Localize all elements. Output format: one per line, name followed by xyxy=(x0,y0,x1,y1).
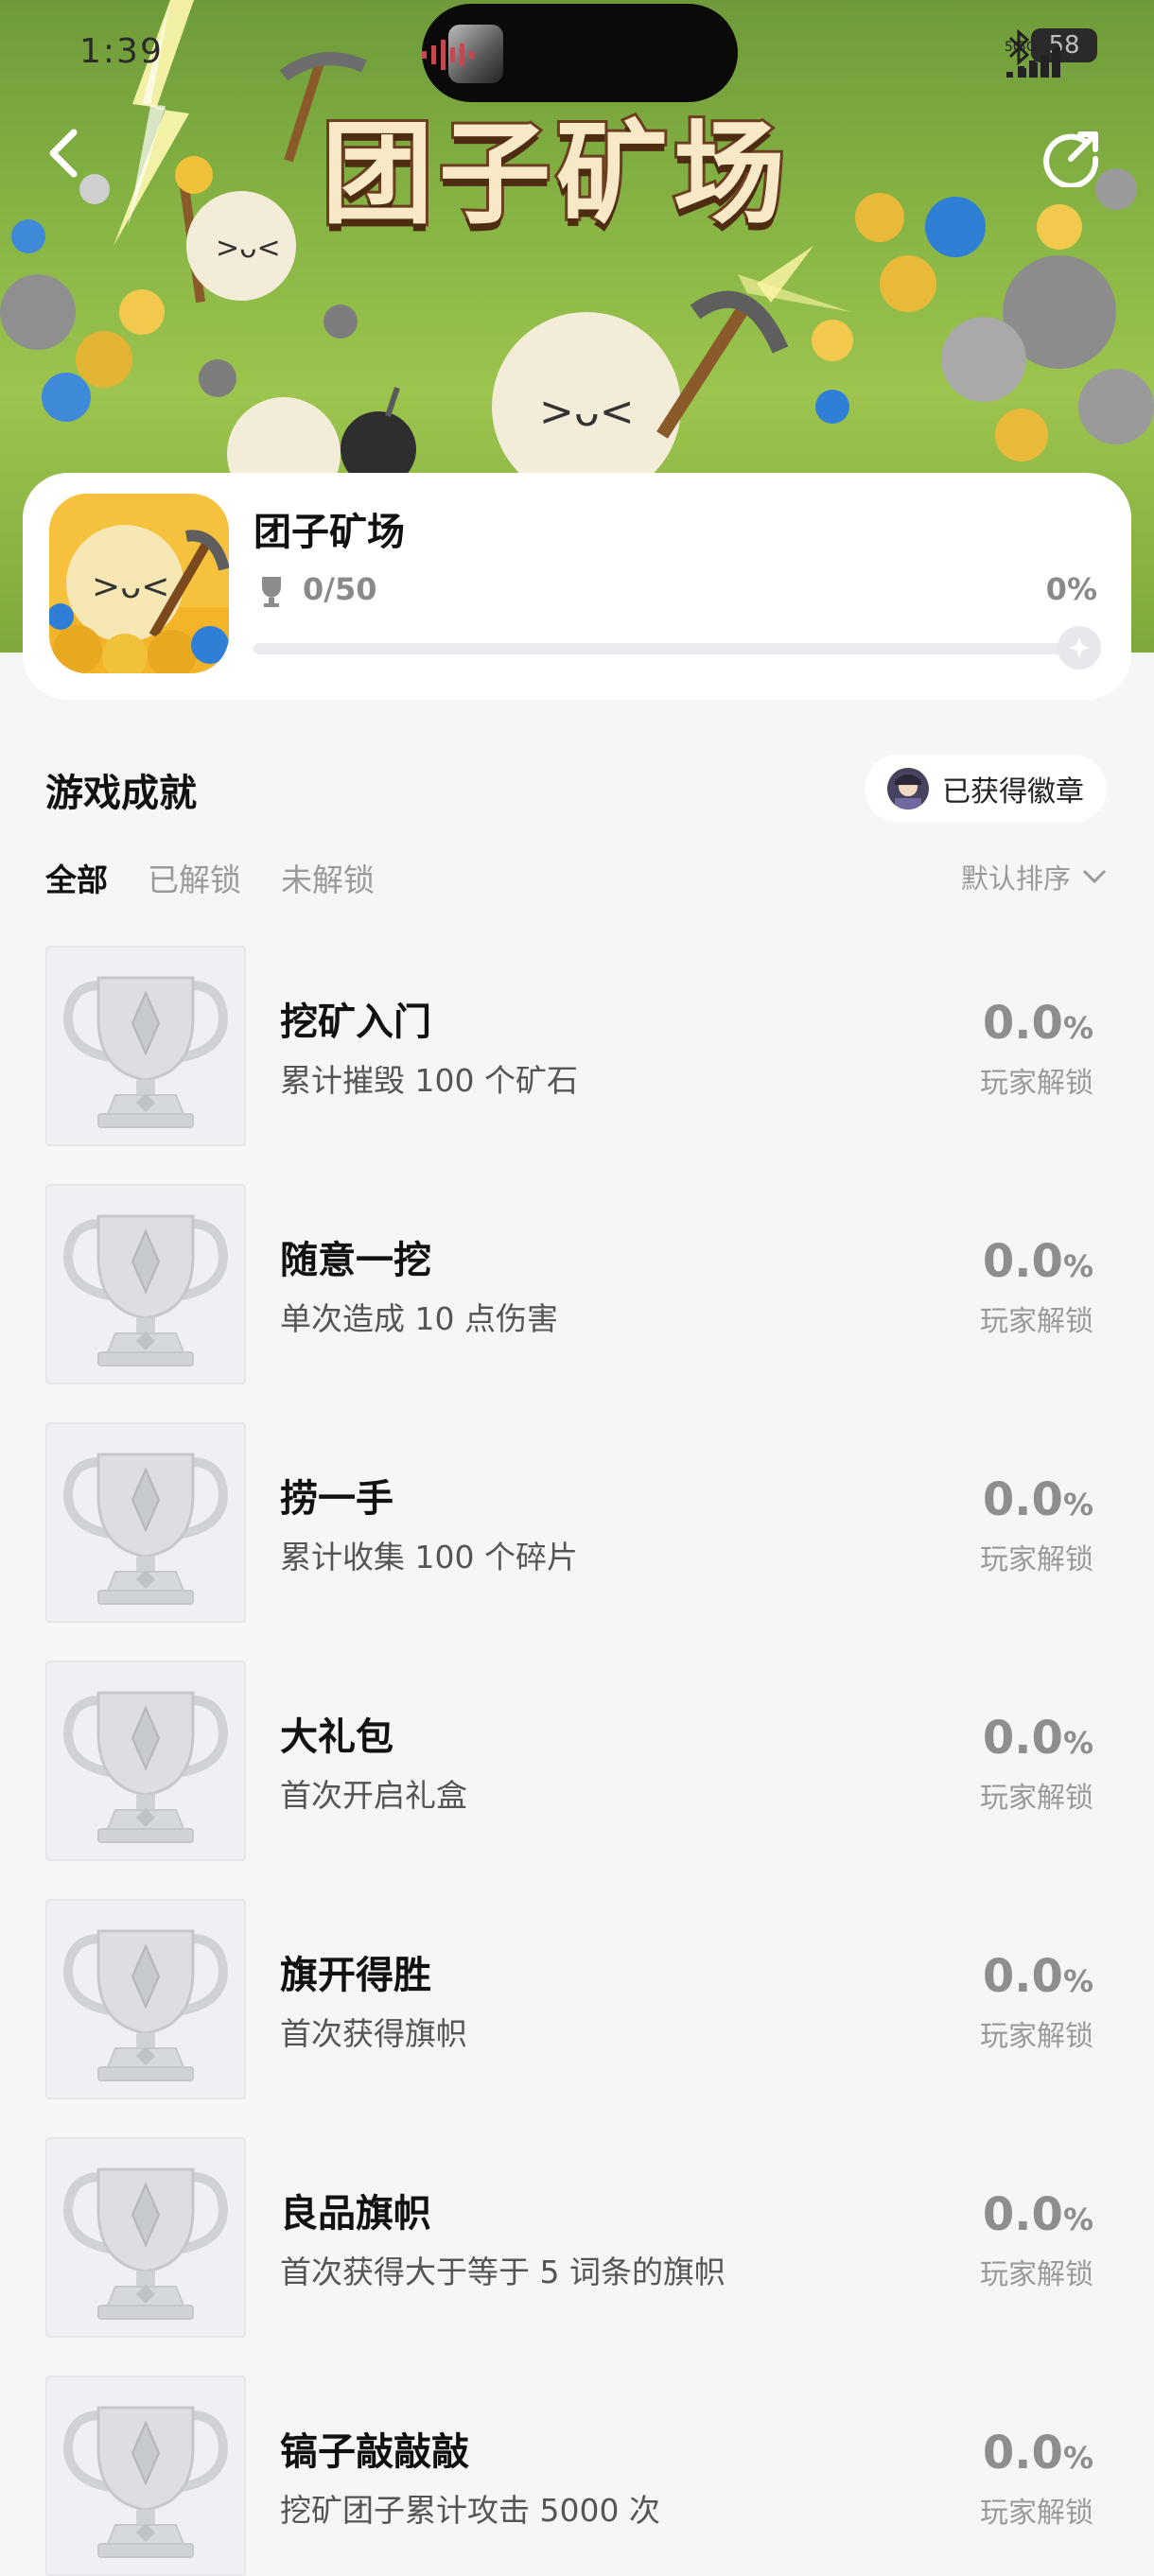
achievement-badge-thumb xyxy=(45,2137,246,2338)
section-title: 游戏成就 xyxy=(45,772,197,815)
svg-text:>ᴗ<: >ᴗ< xyxy=(539,388,635,436)
achievement-description: 首次开启礼盒 xyxy=(280,1777,467,1814)
unlock-rate-percent: % xyxy=(1062,1248,1093,1284)
trophy-icon xyxy=(51,951,240,1140)
achievement-title: 捞一手 xyxy=(280,1477,393,1521)
unlock-rate: 0.0% xyxy=(983,997,1093,1050)
unlock-rate-percent: % xyxy=(1062,1010,1093,1046)
tab-unlocked[interactable]: 已解锁 xyxy=(148,855,241,900)
progress-end-badge xyxy=(1058,626,1101,670)
list-item[interactable]: 挖矿入门 累计摧毁 100 个矿石 0.0% 玩家解锁 xyxy=(0,946,1154,1146)
unlock-rate-percent: % xyxy=(1062,1725,1093,1761)
achievement-badge-thumb xyxy=(45,1661,246,1861)
filter-tabs: 全部 已解锁 未解锁 xyxy=(45,855,375,900)
unlock-rate: 0.0% xyxy=(983,1473,1093,1526)
achievement-description: 累计摧毁 100 个矿石 xyxy=(280,1062,578,1099)
list-item[interactable]: 捞一手 累计收集 100 个碎片 0.0% 玩家解锁 xyxy=(0,1422,1154,1623)
chevron-down-icon xyxy=(1082,869,1107,884)
trophy-icon xyxy=(51,1666,240,1855)
achievement-progress-bar xyxy=(254,626,1101,670)
unlock-rate-value: 0.0 xyxy=(982,1712,1063,1765)
trophy-icon xyxy=(51,1905,240,2094)
list-item[interactable]: 旗开得胜 首次获得旗帜 0.0% 玩家解锁 xyxy=(0,1899,1154,2099)
trophy-icon xyxy=(51,2143,240,2332)
achievement-badge-thumb xyxy=(45,1422,246,1623)
unlock-rate: 0.0% xyxy=(983,1712,1093,1765)
unlock-rate-value: 0.0 xyxy=(982,2188,1063,2241)
star-icon xyxy=(1069,637,1090,658)
system-icons: 5G 5G 58 xyxy=(1005,28,1097,78)
achievement-title: 旗开得胜 xyxy=(280,1954,431,1997)
unlock-rate-label: 玩家解锁 xyxy=(980,1543,1093,1576)
unlock-rate: 0.0% xyxy=(983,1950,1093,2003)
back-button[interactable] xyxy=(45,127,98,193)
trophy-icon xyxy=(262,577,281,607)
unlock-rate-percent: % xyxy=(1062,2440,1093,2476)
list-item[interactable]: 镐子敲敲敲 挖矿团子累计攻击 5000 次 0.0% 玩家解锁 xyxy=(0,2376,1154,2576)
trophy-icon xyxy=(51,1428,240,1617)
svg-text:>ᴗ<: >ᴗ< xyxy=(216,232,281,265)
svg-text:>ᴗ<: >ᴗ< xyxy=(92,567,169,606)
back-arrow-icon xyxy=(49,129,78,178)
achievement-title: 挖矿入门 xyxy=(280,1001,431,1044)
trophy-icon xyxy=(51,1190,240,1379)
unlock-rate-value: 0.0 xyxy=(982,997,1063,1050)
achievement-title: 大礼包 xyxy=(280,1715,393,1759)
game-title: 团子矿场 xyxy=(254,511,405,554)
achievement-title: 良品旗帜 xyxy=(280,2192,431,2236)
earned-badges-label: 已获得徽章 xyxy=(942,775,1084,809)
avatar xyxy=(887,768,929,809)
dynamic-island[interactable] xyxy=(422,4,738,102)
game-summary-card: >ᴗ< 团子矿场 0/50 0% xyxy=(23,473,1131,700)
unlock-rate-value: 0.0 xyxy=(982,1950,1063,2003)
unlock-rate-label: 玩家解锁 xyxy=(980,2497,1093,2530)
tab-locked[interactable]: 未解锁 xyxy=(281,855,375,900)
audio-wave-icon xyxy=(422,40,474,70)
achievement-progress-count: 0/50 xyxy=(303,571,377,607)
achievement-description: 累计收集 100 个碎片 xyxy=(280,1539,578,1575)
unlock-rate-value: 0.0 xyxy=(982,1473,1063,1526)
unlock-rate: 0.0% xyxy=(983,2188,1093,2241)
unlock-rate-percent: % xyxy=(1062,2202,1093,2237)
share-icon xyxy=(1043,131,1099,187)
banner-title: 团子矿场 xyxy=(319,106,792,242)
unlock-rate-label: 玩家解锁 xyxy=(980,1305,1093,1338)
clock: 1:39 xyxy=(79,32,164,71)
unlock-rate-value: 0.0 xyxy=(982,1235,1063,1288)
unlock-rate-percent: % xyxy=(1062,1487,1093,1523)
unlock-rate-value: 0.0 xyxy=(982,2427,1063,2480)
achievement-badge-thumb xyxy=(45,1184,246,1384)
status-bar: 1:39 5G 5G 58 xyxy=(0,0,1154,104)
achievement-description: 挖矿团子累计攻击 5000 次 xyxy=(280,2492,660,2529)
sort-label: 默认排序 xyxy=(960,862,1071,895)
list-item[interactable]: 大礼包 首次开启礼盒 0.0% 玩家解锁 xyxy=(0,1661,1154,1861)
achievement-title: 镐子敲敲敲 xyxy=(280,2430,469,2474)
unlock-rate: 0.0% xyxy=(983,2427,1093,2480)
tab-all[interactable]: 全部 xyxy=(45,855,108,900)
achievement-description: 单次造成 10 点伤害 xyxy=(280,1300,558,1337)
unlock-rate-label: 玩家解锁 xyxy=(980,1067,1093,1100)
unlock-rate-label: 玩家解锁 xyxy=(980,2020,1093,2053)
sort-dropdown[interactable]: 默认排序 xyxy=(961,857,1107,896)
achievement-badge-thumb xyxy=(45,2376,246,2576)
game-app-icon[interactable]: >ᴗ< xyxy=(49,494,229,673)
trophy-icon xyxy=(51,2381,240,2570)
list-item[interactable]: 良品旗帜 首次获得大于等于 5 词条的旗帜 0.0% 玩家解锁 xyxy=(0,2137,1154,2338)
achievement-badge-thumb xyxy=(45,946,246,1146)
earned-badges-button[interactable]: 已获得徽章 xyxy=(865,755,1107,823)
share-button[interactable] xyxy=(1042,127,1109,193)
achievement-description: 首次获得旗帜 xyxy=(280,2015,467,2052)
achievement-title: 随意一挖 xyxy=(280,1239,431,1282)
unlock-rate-label: 玩家解锁 xyxy=(980,2258,1093,2291)
unlock-rate-label: 玩家解锁 xyxy=(980,1782,1093,1815)
achievement-progress-percent: 0% xyxy=(1045,571,1097,607)
unlock-rate: 0.0% xyxy=(983,1235,1093,1288)
achievement-description: 首次获得大于等于 5 词条的旗帜 xyxy=(280,2254,726,2290)
list-item[interactable]: 随意一挖 单次造成 10 点伤害 0.0% 玩家解锁 xyxy=(0,1184,1154,1384)
unlock-rate-percent: % xyxy=(1062,1963,1093,1999)
achievement-badge-thumb xyxy=(45,1899,246,2099)
